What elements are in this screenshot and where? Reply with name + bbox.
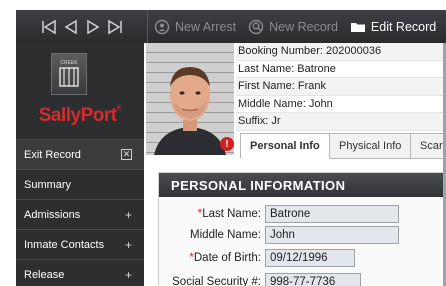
new-record-label: New Record xyxy=(269,19,338,34)
folder-icon xyxy=(350,19,366,35)
new-arrest-label: New Arrest xyxy=(175,19,237,34)
header-suffix: Suffix: Jr xyxy=(236,113,446,131)
ssn-label-text: Social Security #: xyxy=(172,276,261,286)
close-glyph: ✕ xyxy=(122,149,131,159)
previous-record-icon[interactable] xyxy=(62,18,80,36)
sidebar-item-release[interactable]: Release + xyxy=(16,259,144,286)
tab-personal-info[interactable]: Personal Info xyxy=(240,133,330,159)
alert-glyph: ! xyxy=(225,138,229,150)
last-name-label-text: Last Name: xyxy=(202,208,261,220)
sidebar-item-admissions[interactable]: Admissions + xyxy=(16,199,144,229)
date-of-birth-row: *Date of Birth: 09/12/1996 xyxy=(159,249,355,267)
record-tabs: Personal Info Physical Info Scar xyxy=(240,133,446,159)
logo-text: SallyPort xyxy=(38,105,117,126)
tab-physical-info[interactable]: Physical Info xyxy=(329,133,411,159)
header-middle-name: Middle Name: John xyxy=(236,96,446,113)
expand-icon: + xyxy=(124,237,132,252)
sidebar: CREEK SallyPort® Exit Record ✕ Summary A… xyxy=(16,43,144,286)
sidebar-item-inmate-contacts[interactable]: Inmate Contacts + xyxy=(16,229,144,259)
middle-name-field[interactable]: John xyxy=(265,226,399,244)
edit-record-label: Edit Record xyxy=(370,19,437,34)
new-record-icon xyxy=(248,19,264,35)
first-record-icon[interactable] xyxy=(40,18,58,36)
last-name-field[interactable]: Batrone xyxy=(265,205,399,223)
header-last-name: Last Name: Batrone xyxy=(236,61,446,78)
new-record-button[interactable]: New Record xyxy=(242,10,344,43)
last-record-icon[interactable] xyxy=(106,18,124,36)
last-name-row: *Last Name: Batrone xyxy=(159,205,399,223)
next-record-icon[interactable] xyxy=(84,18,102,36)
booking-number: Booking Number: 202000036 xyxy=(236,43,446,61)
middle-name-label: Middle Name: xyxy=(159,229,265,241)
date-of-birth-field[interactable]: 09/12/1996 xyxy=(265,249,355,267)
ssn-row: Social Security #: 998-77-7736 xyxy=(159,273,361,286)
record-navigation xyxy=(16,10,148,43)
sidebar-item-label: Admissions xyxy=(24,208,81,221)
exit-record-label: Exit Record xyxy=(24,148,81,161)
tab-scars[interactable]: Scar xyxy=(410,133,446,159)
top-toolbar: New Arrest New Record Edit Record xyxy=(16,10,446,43)
sidebar-item-label: Release xyxy=(24,268,65,281)
logo-registered-mark: ® xyxy=(116,105,122,112)
header-first-name: First Name: Frank xyxy=(236,78,446,96)
middle-name-row: Middle Name: John xyxy=(159,226,399,244)
jail-logo-icon: CREEK xyxy=(51,53,87,95)
new-arrest-button[interactable]: New Arrest xyxy=(148,10,242,43)
booking-details: Booking Number: 202000036 Last Name: Bat… xyxy=(236,43,446,131)
exit-record-button[interactable]: Exit Record ✕ xyxy=(16,139,144,169)
panel-title: PERSONAL INFORMATION xyxy=(159,173,446,197)
ssn-field[interactable]: 998-77-7736 xyxy=(265,273,361,286)
ssn-label: Social Security #: xyxy=(159,276,265,286)
sallyport-logo: SallyPort® xyxy=(16,105,144,127)
date-of-birth-label: *Date of Birth: xyxy=(159,252,265,264)
personal-information-panel: PERSONAL INFORMATION *Last Name: Batrone… xyxy=(158,172,446,286)
expand-icon: + xyxy=(124,207,132,222)
close-icon: ✕ xyxy=(121,149,132,160)
logo-area: CREEK SallyPort® xyxy=(16,43,144,139)
last-name-label: *Last Name: xyxy=(159,208,265,220)
middle-name-label-text: Middle Name: xyxy=(190,229,261,241)
sidebar-item-label: Inmate Contacts xyxy=(24,238,105,251)
logo-badge-text: CREEK xyxy=(60,60,78,66)
sidebar-item-summary[interactable]: Summary xyxy=(16,169,144,199)
inmate-photo xyxy=(146,43,234,155)
new-arrest-icon xyxy=(154,19,170,35)
alert-icon[interactable]: ! xyxy=(220,137,234,151)
sidebar-item-label: Summary xyxy=(24,178,72,191)
date-of-birth-label-text: Date of Birth: xyxy=(193,252,261,264)
edit-record-button[interactable]: Edit Record xyxy=(344,10,442,43)
expand-icon: + xyxy=(124,267,132,282)
